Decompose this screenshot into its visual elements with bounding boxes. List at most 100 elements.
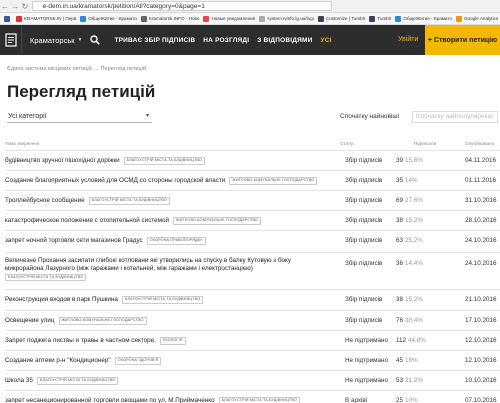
table-row[interactable]: Освещение улиц ЖИТЛОВО-КОМУНАЛЬНЕ ГОСПОДА… (5, 310, 500, 330)
petition-title-link[interactable]: Освещение улиц ЖИТЛОВО-КОМУНАЛЬНЕ ГОСПОДА… (5, 317, 335, 325)
petition-title-text: микрорайона Лазурного (між гаражами і ко… (5, 265, 253, 273)
petition-status: Збір підписів (345, 217, 383, 224)
petition-title-text: Величезне Прохання засипати глибокі котл… (5, 257, 292, 264)
chevron-down-icon: ▼ (145, 113, 150, 119)
signatures-number: 112 (396, 337, 407, 344)
bookmark-label: Customize | Tumblr (325, 16, 366, 21)
bookmark-item[interactable]: ОбщеЖитие - Крамато (80, 15, 137, 22)
category-badge[interactable]: БЛАГОУСТРІЙ МІСТА ТА БУДІВНИЦТВО (218, 397, 300, 403)
petition-title-link[interactable]: запрет ночной торговли сети магазинов Гр… (5, 237, 335, 245)
petition-title-link[interactable]: Величезне Прохання засипати глибокі котл… (5, 257, 335, 282)
bookmark-item[interactable]: Новые уведомления (203, 15, 256, 22)
petition-title-link[interactable]: Запрет поджега листвы и травы в частном … (5, 337, 335, 345)
published-date: 24.10.2016 (465, 237, 497, 244)
petition-title-link[interactable]: Реконструкция входов в парк Пушкина БЛАГО… (5, 296, 335, 304)
signatures-count: 112 44,8% (396, 337, 426, 344)
published-date: 17.10.2016 (465, 317, 497, 324)
create-petition-button[interactable]: + Створити петицію (425, 25, 500, 55)
category-badge[interactable]: БЛАГОУСТРІЙ МІСТА ТА БУДІВНИЦТВО (36, 377, 119, 385)
category-badge[interactable]: БЛАГОУСТРІЙ МІСТА ТА БУДІВНИЦТВО (88, 197, 170, 205)
bookmark-item[interactable]: ОбщеЖитие - Крамато (395, 15, 452, 22)
table-row[interactable]: Создание благоприятных условий для ОСМД … (5, 170, 500, 190)
forward-arrow-icon[interactable]: → (10, 0, 20, 13)
table-row[interactable]: Реконструкция входов в парк Пушкина БЛАГО… (5, 289, 500, 310)
bookmark-item[interactable]: Google Analytics (455, 15, 499, 22)
petition-title-link[interactable]: запрет несанкционированной торговли овощ… (5, 397, 335, 403)
logo-icon (4, 33, 17, 47)
signatures-count: 39 15,6% (396, 157, 423, 164)
table-row[interactable]: Запрет поджега листвы и травы в частном … (5, 330, 500, 350)
petition-title-text: Создание аптеки р-н "Кондиционер" (5, 357, 111, 364)
sort-popular-field[interactable]: Спочатку найпопулярніші (412, 111, 498, 123)
category-badge[interactable]: ЕКОЛОГІЯ (159, 337, 186, 345)
city-selector[interactable]: Краматорськ ▼ (30, 36, 82, 45)
login-link[interactable]: Увійти (398, 25, 418, 55)
category-badge[interactable]: ОХОРОНА ЗДОРОВ'Я (114, 357, 162, 365)
signatures-percent: 15,2% (405, 217, 423, 224)
favicon-icon (16, 15, 22, 22)
published-date: 24.10.2016 (465, 260, 497, 267)
bookmark-label: Google Analytics (463, 16, 499, 21)
signatures-count: 45 18% (396, 357, 418, 364)
nav-link[interactable]: УСІ (320, 37, 331, 44)
signatures-percent: 27,6% (405, 197, 423, 204)
signatures-number: 63 (396, 237, 404, 244)
url-input[interactable]: ◌ e-dem.in.ua/kramatorsk/petition/All?ca… (32, 1, 332, 11)
table-row[interactable]: Школа 35 БЛАГОУСТРІЙ МІСТА ТА БУДІВНИЦТВО… (5, 370, 500, 390)
page-title: Перегляд петицій (7, 82, 156, 101)
petition-status: Не підтримано (345, 377, 388, 384)
table-row[interactable]: Троллейбусное сообщение БЛАГОУСТРІЙ МІСТА… (5, 190, 500, 210)
published-date: 01.11.2016 (465, 177, 497, 184)
petition-title-link[interactable]: катастрофическое положение с отопительно… (5, 217, 335, 225)
signatures-count: 63 25,2% (396, 237, 423, 244)
bookmark-item[interactable]: system.tvinfo.lg.ua/logi (259, 15, 314, 22)
category-badge[interactable]: ЖИТЛОВО-КОМУНАЛЬНЕ ГОСПОДАРСТВО (58, 317, 147, 325)
bookmark-item[interactable]: Tumblr (369, 15, 391, 22)
column-date: Опубліковано (465, 141, 495, 146)
favicon-icon (395, 15, 402, 22)
petition-title-link[interactable]: будівництво зручної пішохідної доріжки БЛ… (5, 157, 335, 165)
signatures-number: 36 (396, 260, 404, 267)
table-row[interactable]: запрет ночной торговли сети магазинов Гр… (5, 230, 500, 252)
published-date: 10.10.2016 (465, 377, 497, 384)
category-badge[interactable]: ЖИТЛОВО-КОМУНАЛЬНЕ ГОСПОДАРСТВО (229, 177, 318, 185)
sort-newest-link[interactable]: Спочатку найновіші (340, 113, 399, 120)
nav-link[interactable]: З ВІДПОВІДЯМИ (257, 37, 312, 44)
signatures-count: 25 10% (396, 397, 418, 403)
bookmark-item[interactable]: KRAMATORSK.IN | Перв (16, 15, 76, 22)
bookmark-item[interactable]: Kramatorsk.INFO - Ново (140, 15, 199, 22)
petition-title-text: Реконструкция входов в парк Пушкина (5, 296, 118, 303)
bookmark-item[interactable] (4, 15, 12, 22)
petition-title-link[interactable]: Создание благоприятных условий для ОСМД … (5, 177, 335, 185)
category-badge[interactable]: БЛАГОУСТРІЙ МІСТА ТА БУДІВНИЦТВО (123, 157, 205, 165)
bookmark-item[interactable]: Customize | Tumblr (317, 15, 366, 22)
site-header: Краматорськ ▼ ТРИВАЄ ЗБІР ПІДПИСІВ НА РОЗ… (0, 25, 500, 55)
table-row[interactable]: запрет несанкционированной торговли овощ… (5, 390, 500, 403)
signatures-number: 25 (396, 397, 404, 403)
petition-title-link[interactable]: Школа 35 БЛАГОУСТРІЙ МІСТА ТА БУДІВНИЦТВО (5, 377, 335, 385)
site-logo[interactable] (0, 25, 22, 55)
signatures-percent: 21,2% (405, 377, 423, 384)
nav-link[interactable]: ТРИВАЄ ЗБІР ПІДПИСІВ (114, 37, 195, 44)
table-row[interactable]: Создание аптеки р-н "Кондиционер" ОХОРОНА… (5, 350, 500, 370)
petition-title-link[interactable]: Создание аптеки р-н "Кондиционер" ОХОРОНА… (5, 357, 335, 365)
category-badge[interactable]: ЖИТЛОВО-КОМУНАЛЬНЕ ГОСПОДАРСТВО (173, 217, 262, 225)
category-select[interactable]: Усі категорії ▼ (7, 110, 152, 123)
table-row[interactable]: катастрофическое положение с отопительно… (5, 210, 500, 230)
category-badge[interactable]: ОХОРОНА ПРАВОПОРЯДКУ (146, 237, 206, 245)
city-label: Краматорськ (30, 35, 75, 45)
table-row[interactable]: будівництво зручної пішохідної доріжки БЛ… (5, 150, 500, 170)
petition-title-link[interactable]: Троллейбусное сообщение БЛАГОУСТРІЙ МІСТА… (5, 197, 335, 205)
category-badge[interactable]: БЛАГОУСТРІЙ МІСТА ТА БУДІВНИЦТВО (121, 296, 204, 304)
category-badge[interactable]: БЛАГОУСТРІЙ МІСТА ТА БУДІВНИЦТВО (5, 273, 87, 282)
table-row[interactable]: Величезне Прохання засипати глибокі котл… (5, 252, 500, 289)
petition-status: Збір підписів (345, 237, 383, 244)
search-icon[interactable] (90, 35, 101, 45)
nav-link[interactable]: НА РОЗГЛЯДІ (203, 37, 249, 44)
bookmark-label: Новые уведомления (211, 16, 256, 21)
breadcrumb[interactable]: Єдина система місцевих петицій → Перегля… (7, 66, 146, 72)
reload-icon[interactable]: ↻ (20, 0, 30, 13)
published-date: 07.10.2016 (465, 397, 497, 403)
back-arrow-icon[interactable]: ← (0, 0, 10, 13)
petition-title-text: Троллейбусное сообщение (5, 197, 85, 204)
